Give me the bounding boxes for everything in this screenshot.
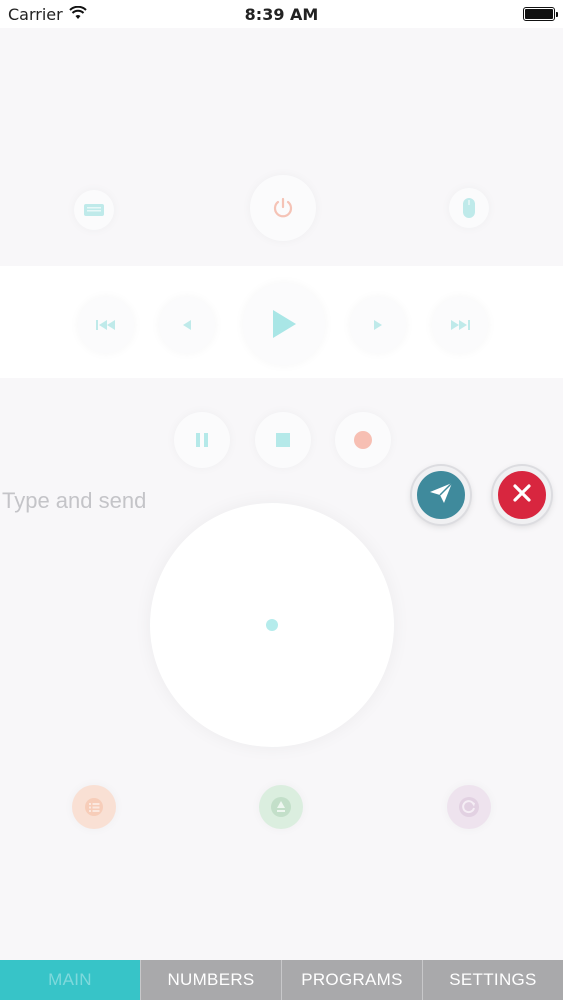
- pause-icon: [195, 432, 209, 448]
- rewind-icon: [179, 319, 195, 331]
- send-button[interactable]: [412, 466, 470, 524]
- touchpad-cursor-dot: [266, 619, 278, 631]
- close-icon: [512, 483, 532, 508]
- list-icon: [83, 798, 105, 816]
- list-button[interactable]: [72, 785, 116, 829]
- stop-icon: [275, 432, 291, 448]
- skip-previous-icon: [95, 319, 117, 331]
- mouse-icon: [462, 197, 476, 219]
- play-button[interactable]: [243, 283, 325, 365]
- wifi-icon: [69, 5, 87, 24]
- keyboard-button[interactable]: [74, 190, 114, 230]
- record-button[interactable]: [335, 412, 391, 468]
- battery-icon: [523, 7, 558, 21]
- touchpad[interactable]: [150, 503, 394, 747]
- skip-next-icon: [449, 319, 471, 331]
- play-icon: [269, 308, 299, 340]
- cancel-button[interactable]: [493, 466, 551, 524]
- record-icon: [353, 430, 373, 450]
- tab-programs[interactable]: PROGRAMS: [281, 960, 422, 1000]
- stop-button[interactable]: [255, 412, 311, 468]
- tab-settings[interactable]: SETTINGS: [422, 960, 563, 1000]
- keyboard-icon: [83, 203, 105, 217]
- pause-button[interactable]: [174, 412, 230, 468]
- mouse-button[interactable]: [449, 188, 489, 228]
- carrier-label: Carrier: [8, 4, 63, 24]
- power-icon: [271, 196, 295, 220]
- status-bar: Carrier 8:39 AM: [0, 0, 563, 28]
- tab-numbers[interactable]: NUMBERS: [140, 960, 281, 1000]
- eject-icon: [270, 796, 292, 818]
- battery-level: [525, 9, 553, 19]
- status-left: Carrier: [8, 5, 87, 24]
- skip-next-button[interactable]: [432, 297, 488, 353]
- power-button[interactable]: [250, 175, 316, 241]
- send-text-input[interactable]: [0, 484, 400, 518]
- paper-plane-icon: [429, 481, 453, 509]
- refresh-icon: [458, 796, 480, 818]
- fast-forward-button[interactable]: [350, 297, 406, 353]
- eject-button[interactable]: [259, 785, 303, 829]
- fast-forward-icon: [370, 319, 386, 331]
- refresh-button[interactable]: [447, 785, 491, 829]
- skip-previous-button[interactable]: [78, 297, 134, 353]
- rewind-button[interactable]: [159, 297, 215, 353]
- tab-main[interactable]: MAIN: [0, 960, 140, 1000]
- tab-bar: MAIN NUMBERS PROGRAMS SETTINGS: [0, 960, 563, 1000]
